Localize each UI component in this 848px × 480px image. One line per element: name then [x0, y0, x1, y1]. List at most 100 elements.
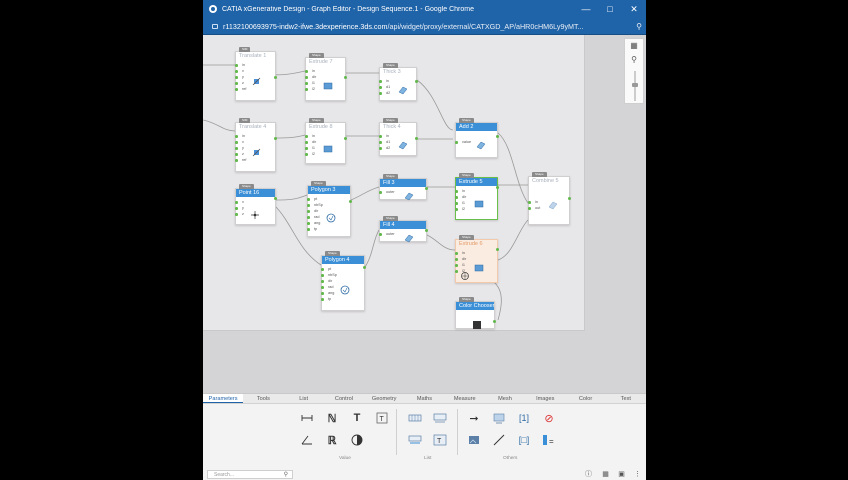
port-label[interactable]: value — [454, 139, 471, 145]
output-port[interactable] — [274, 197, 277, 200]
port-label[interactable]: d2 — [378, 145, 390, 151]
node-point-16[interactable]: Shape Point 16 x y z — [235, 184, 277, 225]
output-port[interactable] — [493, 320, 496, 323]
close-icon[interactable]: ✕ — [622, 4, 646, 15]
port-label[interactable]: tp — [307, 226, 323, 232]
tab-control[interactable]: Control — [324, 394, 364, 403]
minimize-icon[interactable]: — — [574, 4, 598, 14]
node-extrude-7[interactable]: Shape Extrude 7 in dir l1 l2 — [304, 53, 347, 101]
image-view-icon[interactable]: ▣ — [617, 470, 626, 479]
node-polygon-3[interactable]: Shape Polygon 3 pt nbSp dir rad ang tp — [307, 181, 352, 237]
output-port[interactable] — [349, 200, 352, 203]
node-combine-5[interactable]: Shape Combine 5 in out — [527, 172, 571, 225]
node-extrude-6[interactable]: Shape Extrude 6 in dir l1 l2 — [454, 235, 499, 283]
port-label[interactable]: l2 — [304, 151, 316, 157]
output-port[interactable] — [415, 80, 418, 83]
port-label[interactable]: tp — [321, 296, 337, 302]
null-icon[interactable]: ⊘ — [542, 411, 556, 425]
color-swatch-icon[interactable] — [472, 317, 482, 329]
tab-tools[interactable]: Tools — [243, 394, 283, 403]
output-port[interactable] — [496, 135, 499, 138]
tab-geometry[interactable]: Geometry — [364, 394, 404, 403]
node-polygon-4[interactable]: Shape Polygon 4 pt nbSp dir rad ang tp — [321, 251, 366, 311]
port-label[interactable]: l2 — [454, 206, 466, 212]
tab-measure[interactable]: Measure — [445, 394, 485, 403]
output-port[interactable] — [344, 137, 347, 140]
input-arrow-icon[interactable]: ➞ — [467, 411, 481, 425]
line-icon[interactable] — [492, 433, 506, 447]
list-icon[interactable] — [408, 411, 422, 425]
port-label[interactable]: ref — [234, 86, 246, 92]
point-icon — [250, 207, 260, 219]
text-param-icon[interactable]: T — [350, 411, 364, 425]
node-color-chooser[interactable]: Shape Color Chooser — [455, 297, 496, 329]
string-param-icon[interactable]: T — [375, 411, 389, 425]
real-param-icon[interactable]: ℝ — [325, 433, 339, 447]
node-ports: in dir l1 l2 — [454, 188, 466, 212]
url-text[interactable]: r1132100693975-indw2-ifwe.3dexperience.3… — [223, 22, 632, 31]
tab-mesh[interactable]: Mesh — [485, 394, 525, 403]
node-extrude-8[interactable]: Shape Extrude 8 in dir l1 l2 — [304, 118, 347, 164]
output-port[interactable] — [274, 76, 277, 79]
map-icon[interactable]: ▦ — [625, 39, 643, 53]
node-translate-4[interactable]: SIM Translate 4 in x y z ref — [234, 118, 277, 172]
node-tag: Shape — [325, 251, 340, 256]
tab-list[interactable]: List — [284, 394, 324, 403]
list-range-icon[interactable] — [408, 433, 422, 447]
graph-canvas[interactable]: SIM Translate 1 in x y z ref Shape Extru… — [203, 35, 585, 331]
output-port[interactable] — [363, 266, 366, 269]
tab-maths[interactable]: Maths — [404, 394, 444, 403]
tab-images[interactable]: Images — [525, 394, 565, 403]
search-input[interactable]: Search... ⚲ — [207, 470, 293, 479]
port-label[interactable]: z — [235, 211, 244, 217]
port-label[interactable]: out — [527, 205, 540, 211]
tab-parameters[interactable]: Parameters — [203, 394, 244, 403]
node-fill-4[interactable]: Shape Fill 4 outer — [379, 216, 428, 243]
port-label[interactable]: ref — [234, 157, 246, 163]
output-port[interactable] — [496, 186, 499, 189]
image-icon[interactable] — [467, 433, 481, 447]
angle-param-icon[interactable] — [300, 433, 314, 447]
search-icon[interactable]: ⚲ — [284, 471, 288, 479]
output-port[interactable] — [425, 187, 428, 190]
output-port[interactable] — [425, 229, 428, 232]
sublist-icon[interactable]: [□] — [517, 433, 531, 447]
grid-view-icon[interactable]: ▦ — [601, 470, 610, 479]
output-port[interactable] — [274, 137, 277, 140]
output-port[interactable] — [344, 76, 347, 79]
port-label[interactable]: outer — [379, 231, 395, 237]
port-label[interactable]: l2 — [304, 86, 316, 92]
length-param-icon[interactable] — [300, 411, 314, 425]
node-thick-4[interactable]: Shape Thick 4 in d1 d2 — [378, 118, 418, 156]
boolean-param-icon[interactable] — [350, 433, 364, 447]
tab-color[interactable]: Color — [565, 394, 605, 403]
port-label[interactable]: outer — [379, 189, 395, 195]
maximize-icon[interactable]: □ — [598, 4, 622, 14]
zoom-icon[interactable]: ⚲ — [625, 53, 643, 67]
integer-param-icon[interactable]: ℕ — [325, 411, 339, 425]
node-thick-3[interactable]: Shape Thick 3 in d1 d2 — [378, 63, 418, 101]
address-bar[interactable]: r1132100693975-indw2-ifwe.3dexperience.3… — [203, 18, 646, 35]
help-icon[interactable]: ⓘ — [584, 470, 593, 479]
more-icon[interactable]: ⋮ — [633, 470, 642, 479]
user-feature-icon[interactable] — [492, 411, 506, 425]
zoom-slider[interactable] — [632, 71, 638, 101]
bracket-icon[interactable]: [1] — [517, 411, 531, 425]
combine-icon — [548, 197, 558, 210]
port-label[interactable]: d2 — [378, 90, 390, 96]
output-port[interactable] — [415, 137, 418, 140]
output-port[interactable] — [496, 248, 499, 251]
node-fill-3[interactable]: Shape Fill 3 outer — [379, 174, 428, 201]
formula-icon[interactable]: = — [542, 433, 556, 447]
tab-text[interactable]: Text — [606, 394, 646, 403]
text-list-icon[interactable]: T — [433, 433, 447, 447]
fill-icon — [404, 188, 414, 201]
output-port[interactable] — [568, 197, 571, 200]
panel-tabs: Parameters Tools List Control Geometry M… — [203, 394, 646, 404]
search-icon[interactable]: ⚲ — [632, 22, 646, 31]
graph-editor-canvas-area[interactable]: SIM Translate 1 in x y z ref Shape Extru… — [203, 35, 646, 393]
node-translate-1[interactable]: SIM Translate 1 in x y z ref — [234, 47, 277, 101]
list-series-icon[interactable] — [433, 411, 447, 425]
node-add-2[interactable]: Shape Add 2 value — [454, 118, 499, 158]
node-extrude-5[interactable]: Shape Extrude 5 in dir l1 l2 — [454, 173, 499, 220]
